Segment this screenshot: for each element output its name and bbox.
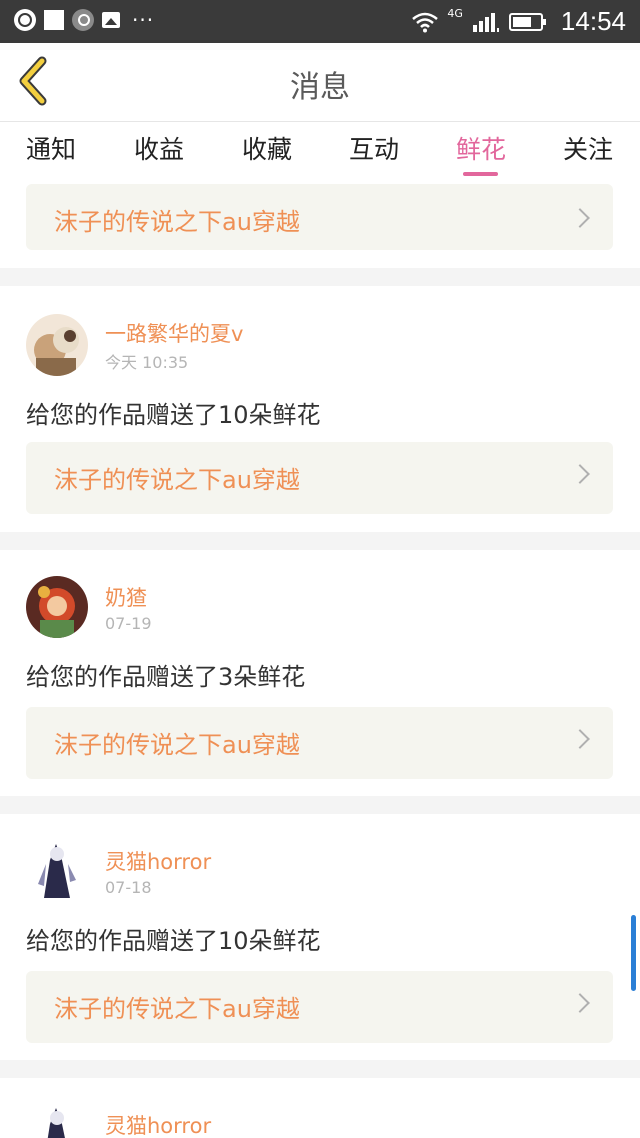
tab-notifications[interactable]: 通知 bbox=[26, 130, 76, 166]
avatar-image bbox=[26, 576, 88, 638]
avatar-image bbox=[26, 314, 88, 376]
status-bar: ··· 4G 14:54 bbox=[0, 0, 640, 43]
wifi-icon bbox=[412, 12, 439, 32]
image-icon bbox=[102, 12, 120, 28]
scrollbar[interactable] bbox=[631, 915, 636, 991]
message-text: 给您的作品赠送了3朵鲜花 bbox=[26, 663, 306, 691]
app-screen: ··· 4G 14:54 消息 通知 收益 收藏 互动 鲜花 关注 沫子的传说之… bbox=[0, 0, 640, 1138]
message-text: 给您的作品赠送了10朵鲜花 bbox=[26, 927, 321, 955]
more-dots-icon: ··· bbox=[132, 8, 155, 32]
header-bar: 消息 bbox=[0, 43, 640, 122]
avatar[interactable] bbox=[26, 1104, 88, 1138]
square-icon bbox=[44, 10, 64, 30]
status-right: 4G 14:54 bbox=[411, 6, 626, 37]
message-card: 一路繁华的夏v 今天 10:35 给您的作品赠送了10朵鲜花 沫子的传说之下au… bbox=[0, 286, 640, 532]
work-link[interactable]: 沫子的传说之下au穿越 bbox=[26, 971, 613, 1043]
work-link[interactable]: 沫子的传说之下au穿越 bbox=[26, 184, 613, 250]
chevron-right-icon bbox=[570, 729, 590, 749]
clock: 14:54 bbox=[560, 6, 626, 36]
message-text: 给您的作品赠送了10朵鲜花 bbox=[26, 401, 321, 429]
work-link[interactable]: 沫子的传说之下au穿越 bbox=[26, 707, 613, 779]
message-card: 灵猫horror 07-18 给您的作品赠送了10朵鲜花 沫子的传说之下au穿越 bbox=[0, 814, 640, 1060]
chevron-right-icon bbox=[570, 993, 590, 1013]
message-time: 07-19 bbox=[105, 614, 152, 633]
avatar[interactable] bbox=[26, 840, 88, 902]
globe-icon bbox=[14, 9, 36, 31]
network-type: 4G bbox=[447, 7, 463, 20]
tab-interactions[interactable]: 互动 bbox=[349, 130, 399, 166]
signal-icon bbox=[472, 12, 499, 32]
tab-flowers[interactable]: 鲜花 bbox=[456, 130, 506, 166]
username[interactable]: 灵猫horror bbox=[105, 1110, 211, 1138]
status-left: ··· bbox=[14, 9, 154, 31]
username[interactable]: 一路繁华的夏v bbox=[105, 318, 243, 348]
work-link[interactable]: 沫子的传说之下au穿越 bbox=[26, 442, 613, 514]
search-icon bbox=[72, 9, 94, 31]
message-time: 今天 10:35 bbox=[105, 353, 189, 372]
battery-icon bbox=[508, 12, 546, 31]
message-card-partial: 沫子的传说之下au穿越 bbox=[0, 180, 640, 268]
tab-bar: 通知 收益 收藏 互动 鲜花 关注 bbox=[0, 122, 640, 180]
tab-follows[interactable]: 关注 bbox=[563, 130, 613, 166]
tab-favorites[interactable]: 收藏 bbox=[242, 130, 292, 166]
active-tab-indicator bbox=[463, 172, 498, 176]
chevron-right-icon bbox=[570, 208, 590, 228]
avatar-image bbox=[26, 1104, 88, 1138]
avatar[interactable] bbox=[26, 576, 88, 638]
username[interactable]: 灵猫horror bbox=[105, 846, 211, 876]
work-title: 沫子的传说之下au穿越 bbox=[54, 995, 300, 1023]
message-card-partial: 灵猫horror bbox=[0, 1078, 640, 1138]
work-title: 沫子的传说之下au穿越 bbox=[54, 466, 300, 494]
tab-earnings[interactable]: 收益 bbox=[134, 130, 184, 166]
page-title: 消息 bbox=[290, 70, 350, 105]
message-card: 奶猹 07-19 给您的作品赠送了3朵鲜花 沫子的传说之下au穿越 bbox=[0, 550, 640, 796]
chevron-right-icon bbox=[570, 464, 590, 484]
username[interactable]: 奶猹 bbox=[105, 582, 147, 612]
work-title: 沫子的传说之下au穿越 bbox=[54, 208, 300, 236]
avatar[interactable] bbox=[26, 314, 88, 376]
avatar-image bbox=[26, 840, 88, 902]
work-title: 沫子的传说之下au穿越 bbox=[54, 731, 300, 759]
message-time: 07-18 bbox=[105, 878, 152, 897]
